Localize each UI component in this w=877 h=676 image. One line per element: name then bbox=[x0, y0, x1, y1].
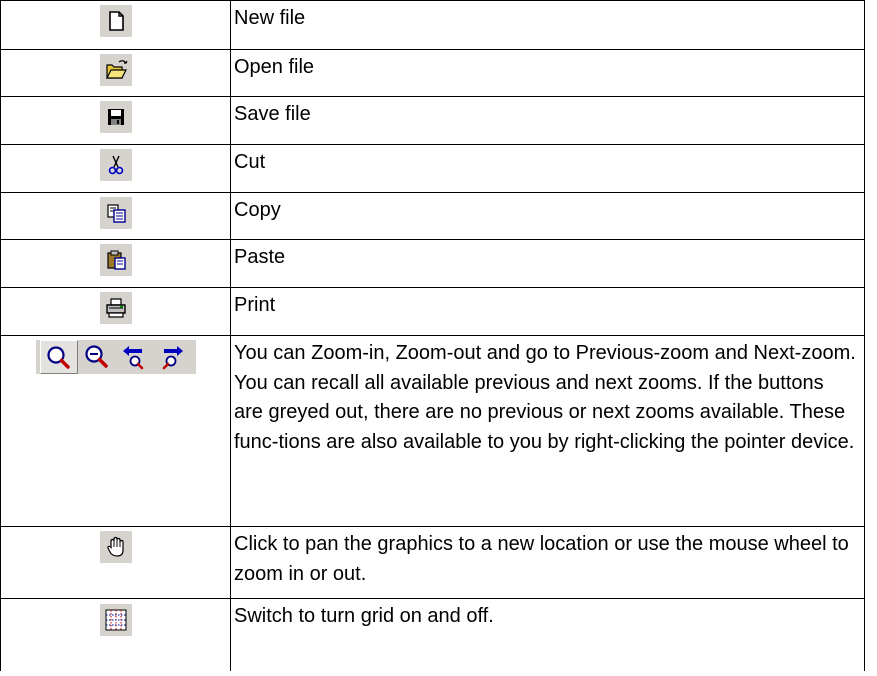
icon-cell bbox=[0, 0, 231, 50]
description-cell: Click to pan the graphics to a new locat… bbox=[230, 526, 865, 599]
description-cell: Cut bbox=[230, 144, 865, 193]
row-text: Open file bbox=[234, 56, 315, 78]
icon-cell bbox=[0, 335, 231, 527]
description-cell: Switch to turn grid on and off. bbox=[230, 598, 865, 671]
icon-cell bbox=[0, 526, 231, 599]
toolbar-reference-table: New file Open file Save file Cut Copy Pa… bbox=[0, 0, 865, 671]
copy-icon bbox=[99, 197, 132, 229]
table-row: Cut bbox=[0, 144, 865, 193]
cut-icon bbox=[99, 149, 132, 181]
description-cell: Print bbox=[230, 287, 865, 336]
zoom-button-group bbox=[35, 340, 196, 374]
row-text: You can Zoom-in, Zoom-out and go to Prev… bbox=[234, 342, 856, 453]
row-text: Cut bbox=[234, 151, 266, 173]
icon-cell bbox=[0, 239, 231, 288]
icon-cell bbox=[0, 287, 231, 336]
print-icon bbox=[99, 292, 132, 324]
save-file-icon bbox=[99, 101, 132, 133]
description-cell: Save file bbox=[230, 96, 865, 145]
icon-cell bbox=[0, 49, 231, 97]
table-row: New file bbox=[0, 0, 865, 50]
row-text: New file bbox=[234, 7, 306, 29]
icon-cell bbox=[0, 192, 231, 240]
table-row: Paste bbox=[0, 239, 865, 288]
row-text: Switch to turn grid on and off. bbox=[234, 605, 494, 627]
description-cell: Copy bbox=[230, 192, 865, 240]
paste-icon bbox=[99, 244, 132, 276]
description-cell: New file bbox=[230, 0, 865, 50]
grid-icon bbox=[99, 604, 132, 636]
table-row: Save file bbox=[0, 96, 865, 145]
icon-cell bbox=[0, 144, 231, 193]
description-cell: You can Zoom-in, Zoom-out and go to Prev… bbox=[230, 335, 865, 527]
description-cell: Open file bbox=[230, 49, 865, 97]
row-text: Save file bbox=[234, 103, 311, 125]
table-row: Open file bbox=[0, 49, 865, 97]
icon-cell bbox=[0, 96, 231, 145]
table-row: Copy bbox=[0, 192, 865, 240]
icon-cell bbox=[0, 598, 231, 671]
new-file-icon bbox=[99, 5, 132, 37]
row-text: Print bbox=[234, 294, 276, 316]
table-row: Switch to turn grid on and off. bbox=[0, 598, 865, 671]
row-text: Paste bbox=[234, 246, 286, 268]
table-row: Print bbox=[0, 287, 865, 336]
table-row: Click to pan the graphics to a new locat… bbox=[0, 526, 865, 599]
next-zoom-icon bbox=[154, 340, 192, 374]
zoom-in-icon bbox=[39, 340, 78, 374]
row-text: Click to pan the graphics to a new locat… bbox=[234, 533, 849, 585]
pan-hand-icon bbox=[99, 531, 132, 563]
open-file-icon bbox=[99, 54, 132, 86]
previous-zoom-icon bbox=[116, 340, 154, 374]
row-text: Copy bbox=[234, 199, 281, 221]
table-row: You can Zoom-in, Zoom-out and go to Prev… bbox=[0, 335, 865, 527]
description-cell: Paste bbox=[230, 239, 865, 288]
zoom-out-icon bbox=[78, 340, 116, 374]
